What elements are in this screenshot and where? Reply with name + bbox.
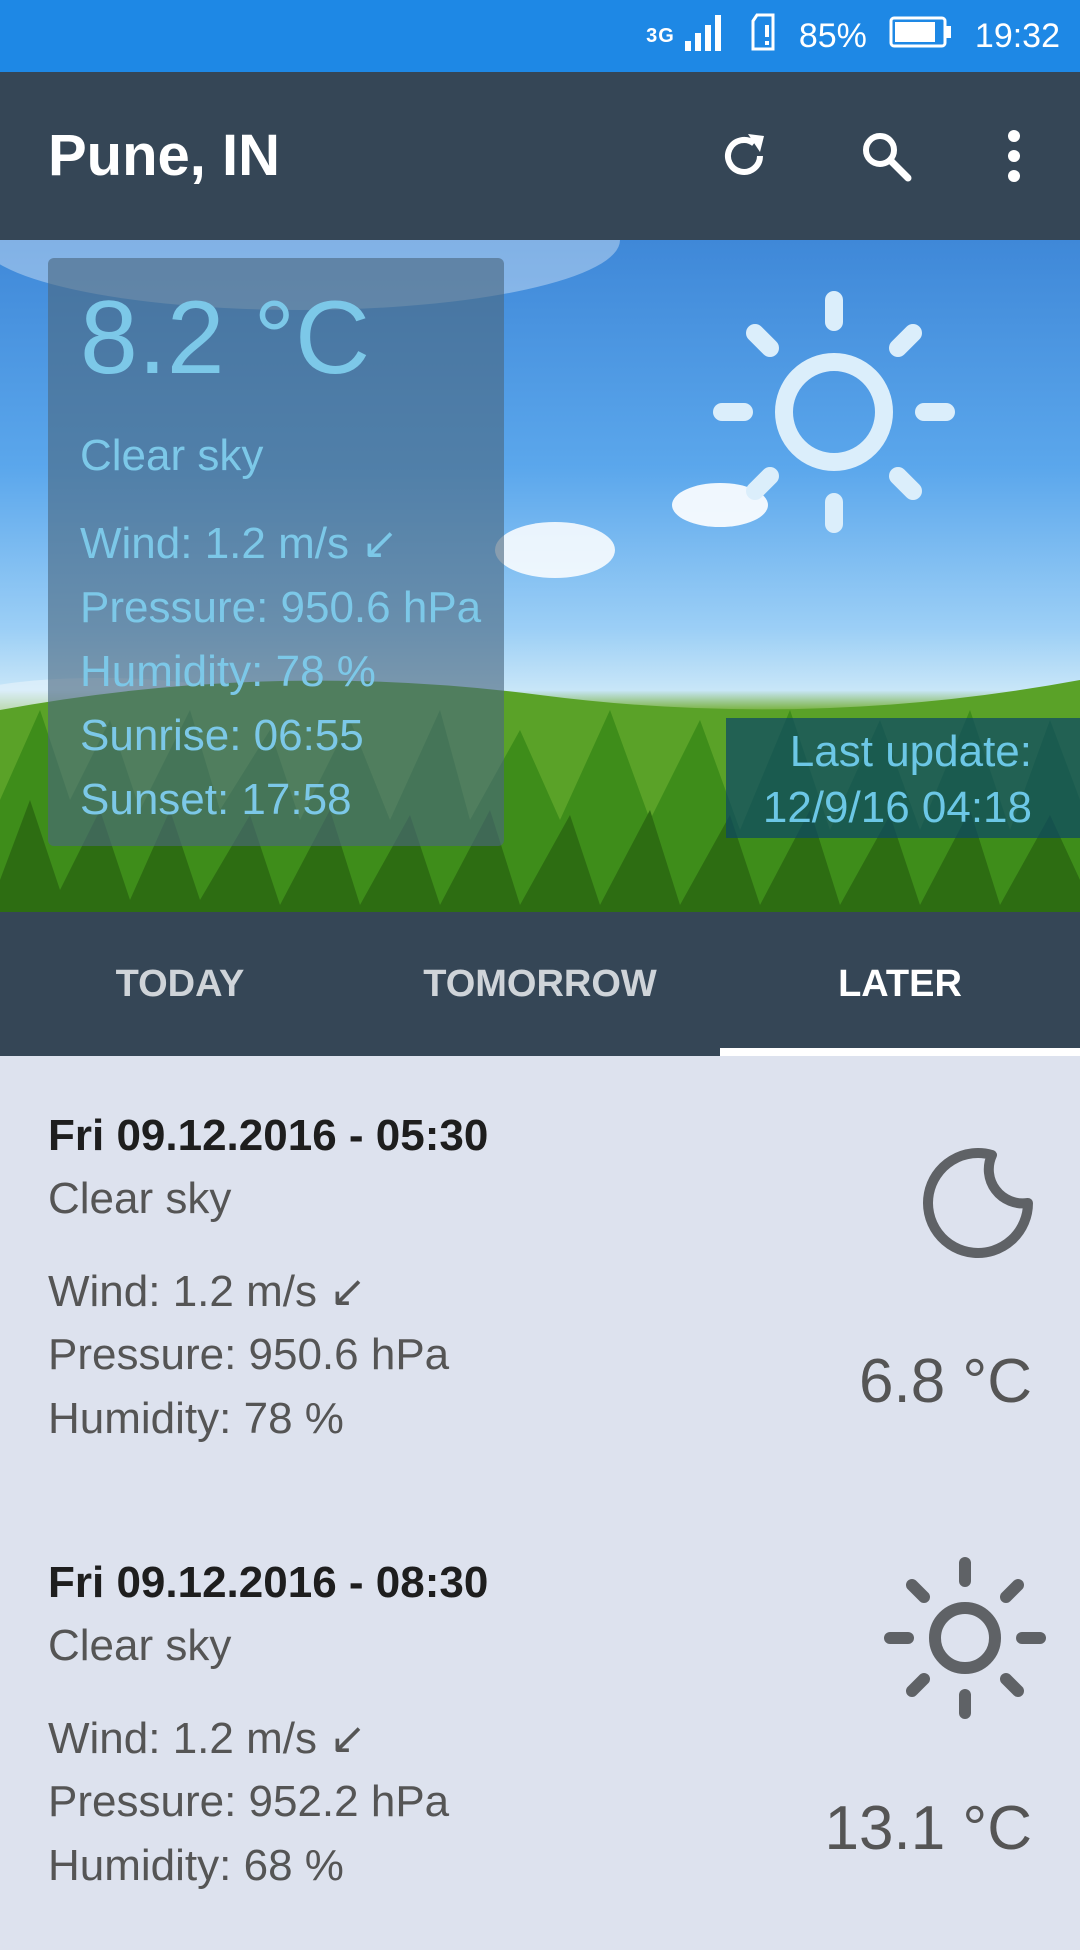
forecast-wind: Wind: 1.2 m/s ↙: [48, 1267, 367, 1316]
last-update-box: Last update: 12/9/16 04:18: [726, 718, 1080, 838]
current-temperature: 8.2 °C: [80, 280, 371, 396]
current-sunrise: Sunrise: 06:55: [80, 711, 364, 760]
forecast-pressure: Pressure: 952.2 hPa: [48, 1777, 450, 1826]
current-wind: Wind: 1.2 m/s ↙: [80, 519, 399, 568]
current-weather-panel: 8.2 °C Clear sky Wind: 1.2 m/s ↙ Pressur…: [0, 240, 1080, 912]
tab-today[interactable]: TODAY: [0, 912, 360, 1056]
tab-later[interactable]: LATER: [720, 912, 1080, 1056]
forecast-list[interactable]: Fri 09.12.2016 - 05:30 Clear sky Wind: 1…: [0, 1056, 1080, 1920]
current-description: Clear sky: [80, 431, 264, 480]
clock: 19:32: [974, 16, 1060, 55]
more-vert-icon[interactable]: [978, 120, 1050, 192]
forecast-pressure: Pressure: 950.6 hPa: [48, 1330, 450, 1379]
refresh-icon[interactable]: [708, 120, 780, 192]
current-pressure: Pressure: 950.6 hPa: [80, 583, 482, 632]
sun-icon: [710, 288, 958, 536]
forecast-date: Fri 09.12.2016 - 08:30: [48, 1558, 489, 1607]
battery-icon: [889, 16, 953, 57]
last-update-label: Last update:: [789, 727, 1032, 776]
city-title: Pune, IN: [48, 123, 281, 188]
sim-card-icon: [749, 13, 777, 60]
current-info-box: 8.2 °C Clear sky Wind: 1.2 m/s ↙ Pressur…: [48, 258, 504, 846]
forecast-tabs: TODAY TOMORROW LATER: [0, 912, 1080, 1056]
forecast-wind: Wind: 1.2 m/s ↙: [48, 1714, 367, 1763]
status-bar: 3G 85% 19:32: [0, 0, 1080, 72]
forecast-humidity: Humidity: 68 %: [48, 1841, 344, 1890]
list-item[interactable]: Fri 09.12.2016 - 08:30 Clear sky Wind: 1…: [0, 1503, 1080, 1950]
moon-icon: [920, 1141, 1040, 1261]
tab-tomorrow[interactable]: TOMORROW: [360, 912, 720, 1056]
forecast-temperature: 6.8 °C: [859, 1347, 1032, 1416]
last-update-value: 12/9/16 04:18: [762, 783, 1032, 832]
signal-icon: [684, 13, 727, 60]
list-item[interactable]: Fri 09.12.2016 - 05:30 Clear sky Wind: 1…: [0, 1056, 1080, 1503]
battery-percent: 85%: [798, 16, 867, 55]
forecast-temperature: 13.1 °C: [824, 1794, 1032, 1863]
forecast-description: Clear sky: [48, 1174, 232, 1223]
sun-icon: [880, 1553, 1050, 1723]
search-icon[interactable]: [850, 120, 922, 192]
forecast-humidity: Humidity: 78 %: [48, 1394, 344, 1443]
network-type: 3G: [646, 24, 675, 47]
forecast-date: Fri 09.12.2016 - 05:30: [48, 1111, 489, 1160]
app-bar: Pune, IN: [0, 72, 1080, 240]
current-humidity: Humidity: 78 %: [80, 647, 376, 696]
current-sunset: Sunset: 17:58: [80, 775, 352, 824]
forecast-description: Clear sky: [48, 1621, 232, 1670]
